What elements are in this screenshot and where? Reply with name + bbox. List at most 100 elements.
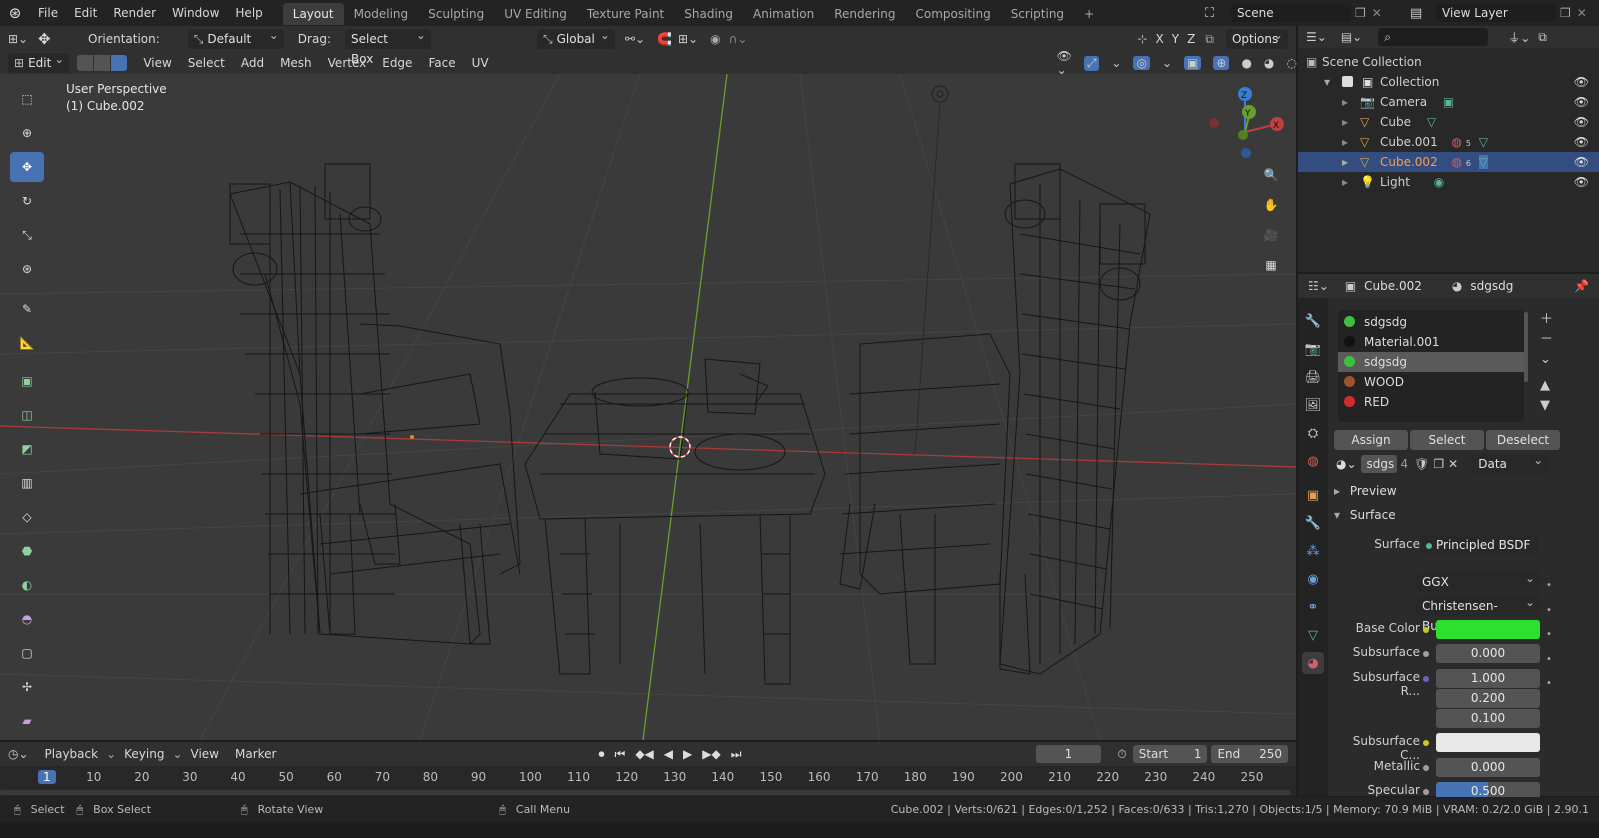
add-slot-icon[interactable]: ＋: [1540, 310, 1553, 330]
3d-viewport[interactable]: Z X Y User Perspective (1) Cube.002 ⬚ ⊕ …: [0, 74, 1296, 740]
edge-slide-tool-icon[interactable]: ▢: [10, 638, 44, 668]
properties-editor-icon[interactable]: ☷⌄: [1308, 279, 1329, 293]
tab-uv-editing[interactable]: UV Editing: [494, 3, 577, 25]
keyframe-dot-icon[interactable]: •: [1546, 574, 1552, 599]
timeline-menu-playback[interactable]: Playback: [37, 741, 107, 767]
camera-data-icon[interactable]: ▣: [1443, 95, 1454, 109]
outliner-item-cube-001[interactable]: ▸ ▽ Cube.001 ◍ 5 ▽ 👁: [1298, 132, 1599, 152]
tab-compositing[interactable]: Compositing: [905, 3, 1000, 25]
gizmo-toggle-icon[interactable]: ⤢: [1083, 55, 1100, 71]
subsurface-method-dropdown[interactable]: Christensen-Burley: [1416, 592, 1540, 633]
material-tab-icon[interactable]: ◕: [1302, 652, 1324, 674]
viewport-menu-mesh[interactable]: Mesh: [272, 50, 320, 76]
tab-rendering[interactable]: Rendering: [824, 3, 905, 25]
object-tab-icon[interactable]: ▣: [1302, 484, 1324, 506]
vertex-select-icon[interactable]: [77, 55, 94, 71]
shrink-fatten-tool-icon[interactable]: ✢: [10, 672, 44, 702]
tab-scripting[interactable]: Scripting: [1001, 3, 1074, 25]
light-data-icon[interactable]: ◉: [1434, 175, 1444, 189]
fake-user-icon[interactable]: 🛡: [1414, 457, 1429, 471]
start-frame-field[interactable]: Start 1: [1132, 745, 1208, 763]
inset-tool-icon[interactable]: ◫: [10, 400, 44, 430]
rotate-tool-icon[interactable]: ↻: [10, 186, 44, 216]
menu-render[interactable]: Render: [105, 0, 164, 26]
current-frame-marker[interactable]: 1: [38, 770, 56, 784]
face-select-icon[interactable]: [111, 55, 128, 71]
editor-type-icon[interactable]: ⊞⌄: [8, 32, 38, 46]
mirror-icon[interactable]: ⊹: [1137, 32, 1147, 46]
outliner-editor-icon[interactable]: ☰⌄: [1306, 30, 1327, 44]
subsurface-color-swatch[interactable]: [1436, 733, 1540, 752]
world-tab-icon[interactable]: ◍: [1302, 450, 1324, 472]
select-box-tool-icon[interactable]: ⬚: [10, 84, 44, 114]
jump-end-icon[interactable]: ⏭: [731, 747, 742, 762]
mirror-axis-x[interactable]: X: [1156, 32, 1164, 46]
viewport-menu-view[interactable]: View: [135, 50, 179, 76]
tab-sculpting[interactable]: Sculpting: [418, 3, 494, 25]
keyframe-dot-icon[interactable]: •: [1546, 672, 1552, 697]
annotate-tool-icon[interactable]: ✎: [10, 294, 44, 324]
light-visibility-icon[interactable]: 👁: [1574, 172, 1589, 192]
keyframe-dot-icon[interactable]: •: [1546, 599, 1552, 624]
outliner-item-camera[interactable]: ▸ 📷 Camera ▣ 👁: [1298, 92, 1599, 112]
preview-range-icon[interactable]: ⏱: [1117, 747, 1126, 762]
visibility-icon[interactable]: 👁⌄: [1057, 49, 1072, 77]
mode-dropdown[interactable]: ⊞Edit Mode: [8, 49, 70, 90]
snap-target-icon[interactable]: ⊞⌄: [678, 32, 698, 46]
timeline-editor-icon[interactable]: ◷⌄: [8, 747, 29, 761]
material-slot-row[interactable]: sdgsdg: [1338, 312, 1524, 332]
timeline-scrollbar[interactable]: [0, 790, 1290, 795]
scale-tool-icon[interactable]: ⤡: [10, 220, 44, 250]
material-slot-row[interactable]: WOOD: [1338, 372, 1524, 392]
snap-icon[interactable]: 🧲: [657, 32, 672, 46]
tab-texture-paint[interactable]: Texture Paint: [577, 3, 674, 25]
new-collection-icon[interactable]: ⧉: [1538, 30, 1547, 45]
measure-tool-icon[interactable]: 📐: [10, 328, 44, 358]
camera-view-icon[interactable]: 🎥: [1258, 222, 1284, 248]
keyframe-dot-icon[interactable]: •: [1546, 648, 1552, 673]
select-button[interactable]: Select: [1410, 430, 1484, 450]
scene-name-field[interactable]: Scene: [1231, 4, 1351, 22]
viewport-menu-face[interactable]: Face: [420, 50, 463, 76]
cube-expand-icon[interactable]: ▸: [1342, 112, 1348, 132]
material-browse-icon[interactable]: ◕⌄: [1336, 457, 1357, 471]
xray-toggle-icon[interactable]: ▣: [1184, 56, 1202, 70]
view-layer-copy-icon[interactable]: ❐: [1560, 6, 1571, 20]
gizmo-dropdown-icon[interactable]: ⌄: [1111, 56, 1121, 70]
preview-section[interactable]: ▸ Preview: [1334, 484, 1596, 498]
keyframe-dot-icon[interactable]: •: [1546, 623, 1552, 648]
play-icon[interactable]: ▶: [683, 747, 692, 761]
shear-tool-icon[interactable]: ▰: [10, 706, 44, 736]
tab-animation[interactable]: Animation: [743, 3, 824, 25]
ortho-grid-icon[interactable]: ▦: [1258, 252, 1284, 278]
modifier-tab-icon[interactable]: 🔧: [1302, 512, 1324, 534]
cursor-tool-icon[interactable]: ⊕: [10, 118, 44, 148]
outliner-item-cube-002[interactable]: ▸ ▽ Cube.002 ◍ 6 ▽ 👁: [1298, 152, 1599, 172]
blender-logo-icon[interactable]: ⊛: [0, 4, 30, 22]
menu-edit[interactable]: Edit: [66, 0, 105, 26]
proportional-edit-icon[interactable]: ◉: [710, 32, 720, 46]
subsurface-radius-z-field[interactable]: 0.100: [1436, 709, 1540, 728]
cube-visibility-icon[interactable]: 👁: [1574, 112, 1589, 132]
slot-specials-icon[interactable]: ⌄: [1540, 350, 1553, 370]
cube-001-mesh-icon[interactable]: ▽: [1479, 135, 1488, 149]
base-color-swatch[interactable]: [1436, 620, 1540, 639]
pin-icon[interactable]: 📌: [1574, 279, 1589, 293]
deselect-button[interactable]: Deselect: [1486, 430, 1560, 450]
viewport-menu-vertex[interactable]: Vertex: [320, 50, 375, 76]
smooth-tool-icon[interactable]: ◓: [10, 604, 44, 634]
timeline-menu-keying[interactable]: Keying: [116, 741, 172, 767]
viewport-menu-uv[interactable]: UV: [464, 50, 497, 76]
scene-copy-icon[interactable]: ❐: [1355, 6, 1366, 20]
material-slot-row[interactable]: Material.001: [1338, 332, 1524, 352]
add-workspace-button[interactable]: +: [1074, 3, 1104, 25]
current-frame-field[interactable]: 1: [1035, 745, 1102, 763]
duplicate-material-icon[interactable]: ❐: [1433, 457, 1444, 471]
subsurface-field[interactable]: 0.000: [1436, 644, 1540, 663]
collection-visibility-icon[interactable]: 👁: [1574, 72, 1589, 92]
unlink-material-icon[interactable]: ✕: [1448, 457, 1458, 471]
link-dropdown[interactable]: Data: [1472, 450, 1549, 474]
pan-hand-icon[interactable]: ✋: [1258, 192, 1284, 218]
tab-modeling[interactable]: Modeling: [344, 3, 419, 25]
play-reverse-icon[interactable]: ◀: [664, 747, 673, 761]
